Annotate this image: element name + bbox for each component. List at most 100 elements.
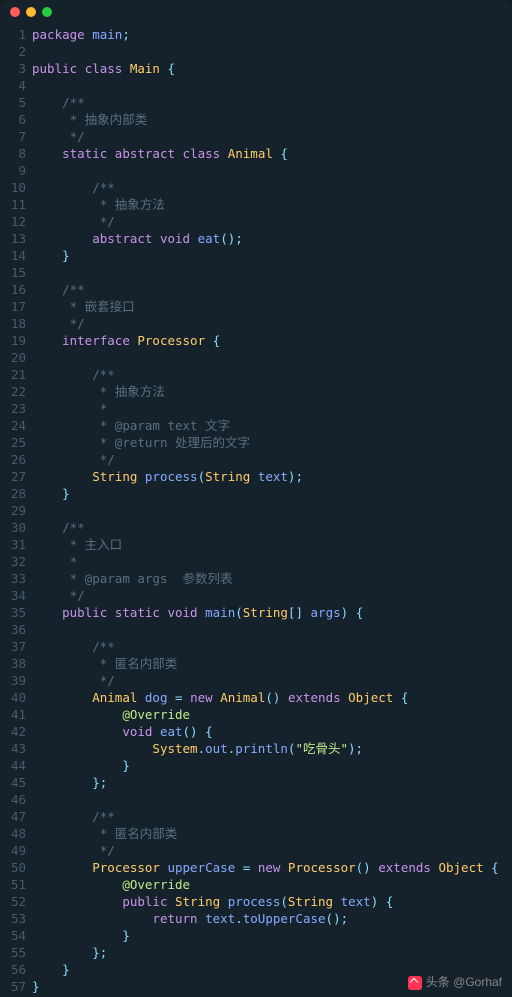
code-line[interactable]: abstract void eat(); bbox=[32, 230, 512, 247]
line-number: 7 bbox=[0, 128, 26, 145]
code-line[interactable]: interface Processor { bbox=[32, 332, 512, 349]
line-number: 47 bbox=[0, 808, 26, 825]
line-number: 31 bbox=[0, 536, 26, 553]
line-number: 36 bbox=[0, 621, 26, 638]
code-line[interactable]: /** bbox=[32, 638, 512, 655]
code-line[interactable]: * 主入口 bbox=[32, 536, 512, 553]
code-line[interactable]: package main; bbox=[32, 26, 512, 43]
code-line[interactable]: * bbox=[32, 553, 512, 570]
line-number: 55 bbox=[0, 944, 26, 961]
code-line[interactable]: public static void main(String[] args) { bbox=[32, 604, 512, 621]
code-line[interactable]: void eat() { bbox=[32, 723, 512, 740]
code-editor[interactable]: 1234567891011121314151617181920212223242… bbox=[0, 24, 512, 995]
code-line[interactable]: System.out.println("吃骨头"); bbox=[32, 740, 512, 757]
code-line[interactable]: /** bbox=[32, 808, 512, 825]
code-line[interactable]: } bbox=[32, 927, 512, 944]
line-number: 27 bbox=[0, 468, 26, 485]
line-number: 29 bbox=[0, 502, 26, 519]
code-line[interactable] bbox=[32, 43, 512, 60]
code-line[interactable]: static abstract class Animal { bbox=[32, 145, 512, 162]
code-line[interactable]: */ bbox=[32, 672, 512, 689]
code-line[interactable]: * 嵌套接口 bbox=[32, 298, 512, 315]
code-line[interactable]: * 抽象方法 bbox=[32, 383, 512, 400]
code-line[interactable] bbox=[32, 264, 512, 281]
line-number: 43 bbox=[0, 740, 26, 757]
line-number: 3 bbox=[0, 60, 26, 77]
code-line[interactable]: } bbox=[32, 757, 512, 774]
code-line[interactable]: }; bbox=[32, 774, 512, 791]
code-line[interactable] bbox=[32, 349, 512, 366]
line-number: 38 bbox=[0, 655, 26, 672]
code-line[interactable]: /** bbox=[32, 281, 512, 298]
code-line[interactable]: public String process(String text) { bbox=[32, 893, 512, 910]
line-number: 17 bbox=[0, 298, 26, 315]
line-number: 20 bbox=[0, 349, 26, 366]
line-number: 49 bbox=[0, 842, 26, 859]
line-number: 39 bbox=[0, 672, 26, 689]
watermark: 头条 @Gorhaf bbox=[408, 974, 502, 991]
code-line[interactable]: * 匿名内部类 bbox=[32, 825, 512, 842]
line-number: 6 bbox=[0, 111, 26, 128]
close-icon[interactable] bbox=[10, 7, 20, 17]
line-number: 34 bbox=[0, 587, 26, 604]
code-line[interactable]: @Override bbox=[32, 706, 512, 723]
code-line[interactable]: /** bbox=[32, 519, 512, 536]
line-number: 35 bbox=[0, 604, 26, 621]
window-titlebar bbox=[0, 0, 512, 24]
line-number: 24 bbox=[0, 417, 26, 434]
code-line[interactable]: Processor upperCase = new Processor() ex… bbox=[32, 859, 512, 876]
line-number: 54 bbox=[0, 927, 26, 944]
line-number: 45 bbox=[0, 774, 26, 791]
line-number: 37 bbox=[0, 638, 26, 655]
code-line[interactable]: */ bbox=[32, 213, 512, 230]
line-number: 9 bbox=[0, 162, 26, 179]
code-line[interactable]: */ bbox=[32, 587, 512, 604]
code-line[interactable]: Animal dog = new Animal() extends Object… bbox=[32, 689, 512, 706]
code-line[interactable]: @Override bbox=[32, 876, 512, 893]
line-number: 11 bbox=[0, 196, 26, 213]
line-number: 40 bbox=[0, 689, 26, 706]
line-number: 48 bbox=[0, 825, 26, 842]
line-number: 44 bbox=[0, 757, 26, 774]
code-line[interactable]: }; bbox=[32, 944, 512, 961]
code-line[interactable] bbox=[32, 77, 512, 94]
code-line[interactable]: * @return 处理后的文字 bbox=[32, 434, 512, 451]
line-number: 52 bbox=[0, 893, 26, 910]
code-line[interactable]: */ bbox=[32, 451, 512, 468]
code-line[interactable] bbox=[32, 162, 512, 179]
line-number: 53 bbox=[0, 910, 26, 927]
editor-window: 1234567891011121314151617181920212223242… bbox=[0, 0, 512, 997]
code-line[interactable]: * 抽象方法 bbox=[32, 196, 512, 213]
code-line[interactable]: */ bbox=[32, 128, 512, 145]
code-line[interactable]: } bbox=[32, 247, 512, 264]
code-line[interactable]: * 抽象内部类 bbox=[32, 111, 512, 128]
code-line[interactable]: * 匿名内部类 bbox=[32, 655, 512, 672]
line-number: 12 bbox=[0, 213, 26, 230]
code-line[interactable]: /** bbox=[32, 179, 512, 196]
code-line[interactable]: * @param text 文字 bbox=[32, 417, 512, 434]
line-number: 23 bbox=[0, 400, 26, 417]
toutiao-icon bbox=[408, 976, 422, 990]
code-line[interactable]: */ bbox=[32, 315, 512, 332]
maximize-icon[interactable] bbox=[42, 7, 52, 17]
watermark-user: Gorhaf bbox=[465, 975, 502, 989]
line-number: 16 bbox=[0, 281, 26, 298]
code-content[interactable]: package main; public class Main { /** * … bbox=[32, 26, 512, 995]
watermark-at: @ bbox=[453, 975, 465, 989]
line-number: 46 bbox=[0, 791, 26, 808]
code-line[interactable]: String process(String text); bbox=[32, 468, 512, 485]
code-line[interactable]: */ bbox=[32, 842, 512, 859]
code-line[interactable]: /** bbox=[32, 94, 512, 111]
code-line[interactable]: * bbox=[32, 400, 512, 417]
code-line[interactable]: } bbox=[32, 485, 512, 502]
code-line[interactable] bbox=[32, 621, 512, 638]
minimize-icon[interactable] bbox=[26, 7, 36, 17]
line-number: 21 bbox=[0, 366, 26, 383]
code-line[interactable]: return text.toUpperCase(); bbox=[32, 910, 512, 927]
code-line[interactable]: /** bbox=[32, 366, 512, 383]
line-number: 13 bbox=[0, 230, 26, 247]
code-line[interactable]: * @param args 参数列表 bbox=[32, 570, 512, 587]
code-line[interactable]: public class Main { bbox=[32, 60, 512, 77]
code-line[interactable] bbox=[32, 502, 512, 519]
code-line[interactable] bbox=[32, 791, 512, 808]
